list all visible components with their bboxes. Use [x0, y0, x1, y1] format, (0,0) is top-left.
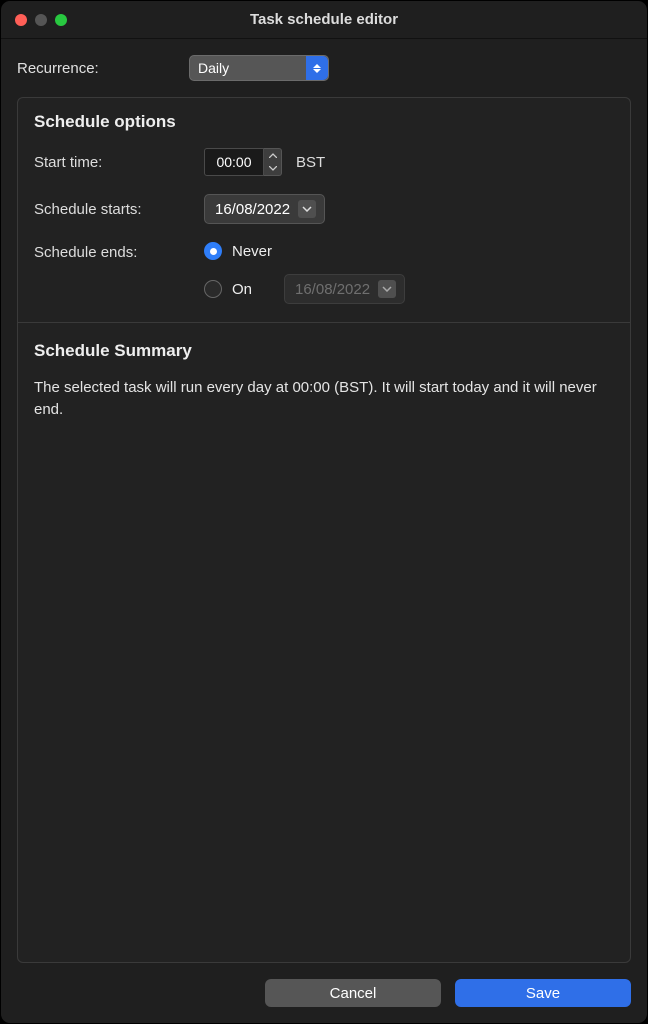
summary-text: The selected task will run every day at … — [34, 377, 614, 421]
titlebar: Task schedule editor — [1, 1, 647, 39]
schedule-ends-on-option[interactable]: On 16/08/2022 — [204, 274, 405, 304]
schedule-ends-radio-group: Never On 16/08/2022 — [204, 242, 405, 304]
radio-never-label: Never — [232, 243, 274, 260]
close-window-icon[interactable] — [15, 14, 27, 26]
footer: Cancel Save — [1, 963, 647, 1023]
window-title: Task schedule editor — [1, 11, 647, 28]
start-time-tz: BST — [296, 154, 325, 171]
start-time-row: Start time: 00:00 BST — [34, 148, 614, 176]
schedule-ends-date: 16/08/2022 — [295, 281, 370, 298]
window: Task schedule editor Recurrence: Daily S… — [0, 0, 648, 1024]
recurrence-select[interactable]: Daily — [189, 55, 329, 81]
select-caret-icon — [306, 56, 328, 80]
schedule-ends-never-option[interactable]: Never — [204, 242, 405, 260]
schedule-panel: Schedule options Start time: 00:00 BST S… — [17, 97, 631, 963]
start-time-input[interactable]: 00:00 — [204, 148, 264, 176]
save-button[interactable]: Save — [455, 979, 631, 1007]
radio-on[interactable] — [204, 280, 222, 298]
schedule-starts-date-picker[interactable]: 16/08/2022 — [204, 194, 325, 224]
schedule-starts-row: Schedule starts: 16/08/2022 — [34, 194, 614, 224]
cancel-button[interactable]: Cancel — [265, 979, 441, 1007]
chevron-down-icon — [378, 280, 396, 298]
stepper-up-icon[interactable] — [264, 149, 281, 162]
recurrence-label: Recurrence: — [17, 60, 189, 77]
start-time-stepper[interactable] — [264, 148, 282, 176]
traffic-lights — [15, 14, 67, 26]
recurrence-row: Recurrence: Daily — [17, 55, 631, 81]
schedule-starts-date: 16/08/2022 — [215, 201, 290, 218]
schedule-starts-label: Schedule starts: — [34, 201, 204, 218]
recurrence-value: Daily — [198, 60, 229, 76]
stepper-down-icon[interactable] — [264, 162, 281, 175]
fullscreen-window-icon[interactable] — [55, 14, 67, 26]
schedule-ends-date-picker[interactable]: 16/08/2022 — [284, 274, 405, 304]
body: Recurrence: Daily Schedule options Start… — [1, 39, 647, 963]
radio-on-label: On — [232, 281, 274, 298]
summary-heading: Schedule Summary — [34, 341, 614, 361]
radio-never[interactable] — [204, 242, 222, 260]
schedule-options-heading: Schedule options — [34, 112, 614, 132]
minimize-window-icon[interactable] — [35, 14, 47, 26]
schedule-ends-label: Schedule ends: — [34, 242, 204, 261]
schedule-ends-row: Schedule ends: Never On 16/08/2022 — [34, 242, 614, 304]
start-time-label: Start time: — [34, 154, 204, 171]
divider — [18, 322, 630, 323]
chevron-down-icon — [298, 200, 316, 218]
